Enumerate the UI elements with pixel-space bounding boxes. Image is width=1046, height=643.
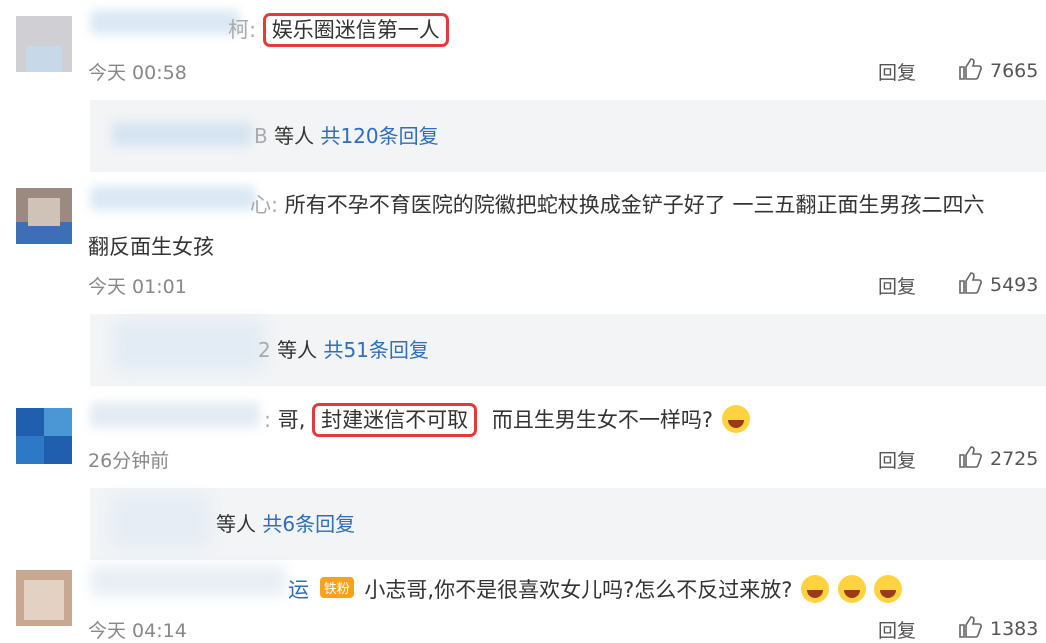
reply-count-link[interactable]: 共51条回复: [323, 338, 428, 362]
reply-count-link[interactable]: 共6条回复: [262, 512, 355, 536]
reply-button[interactable]: 回复: [878, 446, 916, 473]
highlighted-text: 娱乐圈迷信第一人: [262, 13, 449, 47]
fan-badge: 铁粉: [319, 577, 354, 598]
comment-text: 运 铁粉 小志哥,你不是很喜欢女儿吗?怎么不反过来放?: [288, 574, 903, 604]
reply-users-label: 等人: [274, 124, 315, 148]
thumbs-up-icon: [959, 58, 982, 80]
like-button[interactable]: 1383: [958, 616, 1038, 640]
comment-text-line2: 翻反面生女孩: [88, 235, 214, 259]
comment-body: 而且生男生女不一样吗?: [491, 408, 713, 432]
comment-body: 所有不孕不育医院的院徽把蛇杖换成金铲子好了 一三五翻正面生男孩二四六: [284, 193, 985, 217]
replies-summary[interactable]: B 等人 共120条回复: [90, 100, 1046, 172]
replies-summary-text: 2 等人 共51条回复: [258, 334, 429, 363]
username-suffix: 心:: [250, 193, 279, 217]
like-count: 1383: [990, 618, 1039, 640]
replies-summary[interactable]: 2 等人 共51条回复: [90, 314, 1046, 386]
like-button[interactable]: 7665: [958, 58, 1038, 82]
comment-text: 柯: 娱乐圈迷信第一人: [228, 13, 449, 47]
reply-button[interactable]: 回复: [878, 58, 916, 85]
replies-summary-text: B 等人 共120条回复: [254, 120, 439, 149]
comment-time: 今天 00:58: [88, 62, 187, 84]
avatar[interactable]: [16, 188, 72, 244]
thumbs-up-icon: [959, 446, 982, 468]
reply-user-suffix: 2: [258, 338, 271, 362]
comment-text: : 哥, 封建迷信不可取 而且生男生女不一样吗?: [264, 403, 750, 437]
comment-text: 心: 所有不孕不育医院的院徽把蛇杖换成金铲子好了 一三五翻正面生男孩二四六: [250, 189, 984, 219]
avatar[interactable]: [16, 408, 72, 464]
like-count: 5493: [990, 274, 1039, 296]
laugh-emoji-icon: [874, 575, 903, 603]
like-button[interactable]: 5493: [958, 272, 1038, 296]
like-count: 2725: [990, 448, 1039, 470]
username-blurred[interactable]: [90, 402, 260, 428]
reply-users-blurred: [110, 494, 210, 548]
like-count: 7665: [990, 60, 1039, 82]
avatar[interactable]: [16, 570, 72, 626]
sweat-emoji-icon: [721, 405, 750, 433]
like-button[interactable]: 2725: [958, 446, 1038, 470]
thumbs-up-icon: [959, 616, 982, 638]
reply-user-suffix: B: [254, 124, 268, 148]
reply-users-blurred: [114, 320, 264, 370]
laugh-emoji-icon: [837, 575, 866, 603]
replies-summary[interactable]: 等人 共6条回复: [90, 488, 1046, 560]
reply-count-link[interactable]: 共120条回复: [320, 124, 438, 148]
avatar[interactable]: [16, 16, 72, 72]
username-suffix: :: [264, 408, 272, 432]
username-blurred[interactable]: [90, 10, 240, 34]
laugh-emoji-icon: [801, 575, 830, 603]
comment-time: 26分钟前: [88, 450, 170, 472]
reply-users-blurred: [112, 122, 252, 146]
thumbs-up-icon: [959, 272, 982, 294]
replies-summary-text: 等人 共6条回复: [216, 508, 355, 537]
username-blurred[interactable]: [90, 186, 256, 210]
reply-button[interactable]: 回复: [878, 272, 916, 299]
username-suffix: 柯:: [228, 18, 257, 42]
username-blurred[interactable]: [90, 566, 286, 596]
highlighted-text: 封建迷信不可取: [312, 403, 478, 437]
reply-users-label: 等人: [277, 338, 318, 362]
username-suffix: 运: [288, 578, 309, 602]
reply-users-label: 等人: [216, 512, 256, 536]
comment-time: 今天 01:01: [88, 276, 187, 298]
comment-body: 小志哥,你不是很喜欢女儿吗?怎么不反过来放?: [364, 578, 793, 602]
comment-pre: 哥,: [277, 408, 306, 432]
